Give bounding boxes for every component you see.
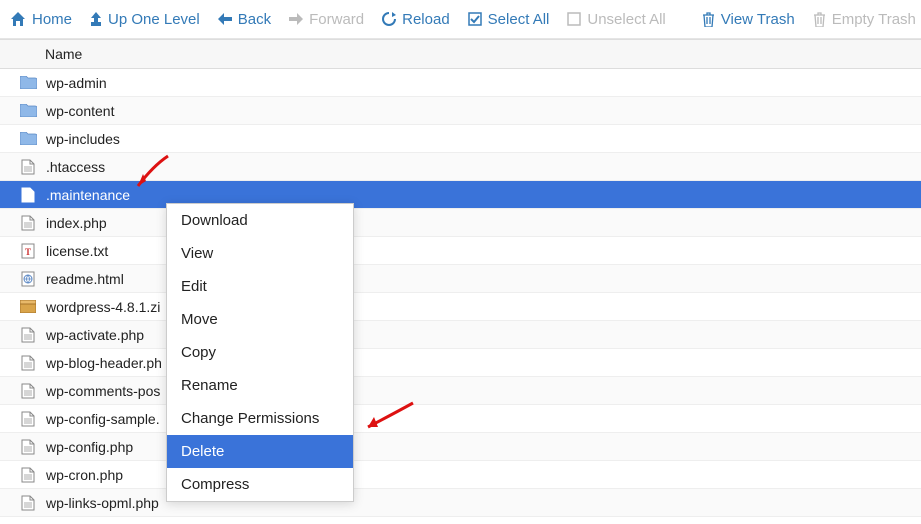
file-list: wp-admin wp-content wp-includes .htaccess .m… [0,69,921,517]
toolbar: Home Up One Level Back Forward Reload Se… [0,0,921,39]
context-menu-item-compress[interactable]: Compress [167,468,353,501]
file-name: wordpress-4.8.1.zi [46,299,160,315]
table-row[interactable]: wp-blog-header.ph [0,349,921,377]
table-row[interactable]: wp-config-sample. [0,405,921,433]
empty-trash-label: Empty Trash [832,11,916,28]
file-name: wp-cron.php [46,467,123,483]
file-name: .htaccess [46,159,105,175]
file-name: wp-blog-header.ph [46,355,162,371]
forward-label: Forward [309,11,364,28]
file-icon [18,215,38,231]
context-menu-item-download[interactable]: Download [167,204,353,237]
forward-button[interactable]: Forward [289,11,364,28]
table-row[interactable]: wp-comments-pos [0,377,921,405]
file-icon [18,187,38,203]
file-name: wp-activate.php [46,327,144,343]
txt-icon: T [18,243,38,259]
table-row[interactable]: Tlicense.txt [0,237,921,265]
table-row[interactable]: wp-includes [0,125,921,153]
up-label: Up One Level [108,11,200,28]
context-menu-item-rename[interactable]: Rename [167,369,353,402]
column-name[interactable]: Name [45,46,82,62]
back-icon [218,13,232,25]
table-row[interactable]: wp-cron.php [0,461,921,489]
table-row[interactable]: .maintenance [0,181,921,209]
svg-text:T: T [25,247,31,257]
table-row[interactable]: wp-links-opml.php [0,489,921,517]
file-name: wp-comments-pos [46,383,160,399]
file-icon [18,411,38,427]
home-button[interactable]: Home [10,11,72,28]
reload-label: Reload [402,11,450,28]
reload-icon [382,12,396,26]
file-name: wp-admin [46,75,107,91]
file-name: wp-config.php [46,439,133,455]
unselect-all-label: Unselect All [587,11,665,28]
view-trash-label: View Trash [721,11,795,28]
folder-icon [18,76,38,89]
up-one-level-button[interactable]: Up One Level [90,11,200,28]
table-row[interactable]: wp-config.php [0,433,921,461]
context-menu-item-copy[interactable]: Copy [167,336,353,369]
file-name: license.txt [46,243,108,259]
home-label: Home [32,11,72,28]
empty-trash-button[interactable]: Empty Trash [813,11,916,28]
html-icon [18,271,38,287]
trash-icon [702,12,715,27]
context-menu-item-delete[interactable]: Delete [167,435,353,468]
zip-icon [18,300,38,313]
context-menu-item-change-permissions[interactable]: Change Permissions [167,402,353,435]
folder-icon [18,132,38,145]
context-menu: DownloadViewEditMoveCopyRenameChange Per… [166,203,354,502]
context-menu-item-view[interactable]: View [167,237,353,270]
file-icon [18,327,38,343]
view-trash-button[interactable]: View Trash [702,11,795,28]
trash-icon [813,12,826,27]
up-icon [90,12,102,26]
select-all-button[interactable]: Select All [468,11,550,28]
table-row[interactable]: wp-activate.php [0,321,921,349]
unselect-all-icon [567,12,581,26]
back-button[interactable]: Back [218,11,271,28]
table-header: Name [0,39,921,69]
table-row[interactable]: wp-admin [0,69,921,97]
file-name: wp-includes [46,131,120,147]
file-icon [18,355,38,371]
file-icon [18,159,38,175]
context-menu-item-move[interactable]: Move [167,303,353,336]
file-icon [18,495,38,511]
back-label: Back [238,11,271,28]
file-name: readme.html [46,271,124,287]
table-row[interactable]: wordpress-4.8.1.zi [0,293,921,321]
file-name: wp-links-opml.php [46,495,159,511]
select-all-label: Select All [488,11,550,28]
file-icon [18,467,38,483]
table-row[interactable]: readme.html [0,265,921,293]
file-icon [18,439,38,455]
folder-icon [18,104,38,117]
table-row[interactable]: wp-content [0,97,921,125]
select-all-icon [468,12,482,26]
file-name: wp-content [46,103,114,119]
home-icon [10,12,26,26]
unselect-all-button[interactable]: Unselect All [567,11,665,28]
forward-icon [289,13,303,25]
file-icon [18,383,38,399]
file-name: wp-config-sample. [46,411,160,427]
table-row[interactable]: .htaccess [0,153,921,181]
table-row[interactable]: index.php [0,209,921,237]
file-name: index.php [46,215,107,231]
context-menu-item-edit[interactable]: Edit [167,270,353,303]
file-name: .maintenance [46,187,130,203]
reload-button[interactable]: Reload [382,11,450,28]
